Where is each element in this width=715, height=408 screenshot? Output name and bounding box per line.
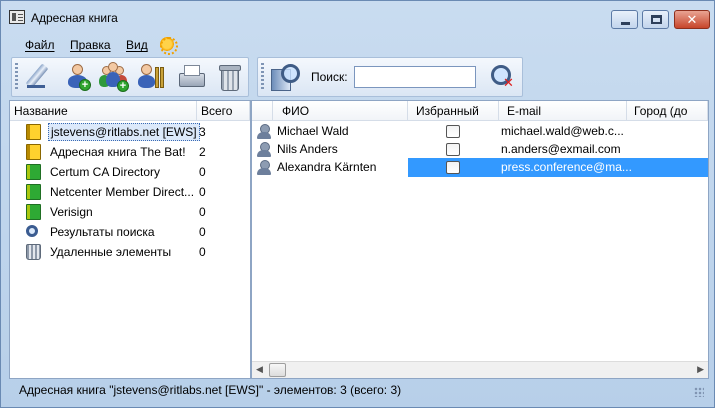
plus-icon: + — [117, 80, 129, 92]
address-book-item[interactable]: Certum CA Directory 0 — [10, 162, 250, 182]
ldap-book-green-icon — [26, 184, 41, 200]
trash-icon — [26, 244, 41, 260]
column-header-fio[interactable]: ФИО — [273, 101, 408, 121]
contacts-pane: ФИО Избранный E-mail Город (до Michael W… — [251, 100, 709, 379]
contact-icon — [257, 142, 271, 157]
favorite-checkbox[interactable] — [446, 143, 460, 156]
address-book-name: Адресная книга The Bat! — [50, 145, 186, 159]
column-header-total[interactable]: Всего — [197, 101, 250, 121]
address-book-name: Netcenter Member Direct... — [50, 185, 195, 199]
horizontal-scrollbar[interactable]: ◀ ▶ — [252, 361, 708, 378]
minimize-button[interactable] — [611, 10, 638, 29]
address-book-item[interactable]: Verisign 0 — [10, 202, 250, 222]
address-book-count: 2 — [199, 145, 206, 159]
wrench-icon — [155, 67, 159, 88]
menu-view[interactable]: Вид — [126, 38, 148, 52]
write-message-button[interactable] — [24, 61, 56, 93]
group-icon — [108, 62, 118, 72]
toolbar-grip[interactable] — [261, 63, 264, 91]
address-book-item[interactable]: Удаленные элементы 0 — [10, 242, 250, 262]
ldap-book-green-icon — [26, 204, 41, 220]
add-group-button[interactable]: + — [98, 61, 130, 93]
plus-icon: + — [79, 79, 91, 91]
main-toolbar: + + — [11, 57, 249, 97]
address-book-item[interactable]: Адресная книга The Bat! 2 — [10, 142, 250, 162]
address-book-window: Адресная книга ✕ Файл Правка Вид + + Пои… — [0, 0, 715, 408]
address-book-name: Результаты поиска — [50, 225, 155, 239]
find-contact-button[interactable] — [268, 61, 300, 93]
address-book-count: 0 — [199, 165, 206, 179]
address-book-count: 0 — [199, 225, 206, 239]
search-input[interactable] — [354, 66, 476, 88]
contact-name: Alexandra Kärnten — [277, 160, 377, 174]
delete-button[interactable] — [213, 61, 245, 93]
contact-row[interactable]: Nils Anders n.anders@exmail.com — [252, 140, 708, 159]
address-book-name: Verisign — [50, 205, 93, 219]
column-header-type[interactable] — [252, 101, 273, 121]
address-book-name: jstevens@ritlabs.net [EWS] — [48, 123, 200, 141]
menu-bar: Файл Правка Вид — [9, 33, 184, 55]
contact-icon — [257, 124, 271, 139]
person-icon — [141, 64, 152, 75]
resize-grip-icon[interactable] — [694, 387, 704, 397]
close-button[interactable]: ✕ — [674, 10, 710, 29]
contact-email: n.anders@exmail.com — [501, 142, 621, 156]
column-header-email[interactable]: E-mail — [499, 101, 627, 121]
person-icon — [72, 64, 83, 75]
menu-edit[interactable]: Правка — [70, 38, 111, 52]
sun-icon[interactable] — [159, 36, 178, 55]
column-header-favorite[interactable]: Избранный — [408, 101, 499, 121]
address-book-count: 3 — [199, 125, 206, 139]
maximize-icon — [651, 15, 662, 24]
ldap-book-green-icon — [26, 164, 41, 180]
close-icon: ✕ — [686, 12, 698, 27]
contact-email: press.conference@ma... — [501, 160, 632, 174]
address-book-name: Удаленные элементы — [50, 245, 172, 259]
contact-name: Nils Anders — [277, 142, 338, 156]
search-label: Поиск: — [311, 70, 348, 84]
address-book-count: 0 — [199, 245, 206, 259]
address-book-app-icon — [9, 10, 25, 24]
address-book-item[interactable]: Netcenter Member Direct... 0 — [10, 182, 250, 202]
menu-file[interactable]: Файл — [25, 38, 55, 52]
address-books-pane: Название Всего jstevens@ritlabs.net [EWS… — [9, 100, 251, 379]
search-results-icon — [26, 225, 38, 237]
book-yellow-icon — [26, 124, 41, 140]
column-header-city[interactable]: Город (до — [627, 101, 708, 121]
window-title: Адресная книга — [31, 11, 118, 25]
search-toolbar: Поиск: — [257, 57, 523, 97]
contact-row[interactable]: Alexandra Kärnten press.conference@ma... — [252, 158, 708, 177]
address-book-name: Certum CA Directory — [50, 165, 161, 179]
title-bar: Адресная книга ✕ — [1, 1, 714, 33]
address-book-item[interactable]: Результаты поиска 0 — [10, 222, 250, 242]
scroll-left-icon[interactable]: ◀ — [256, 364, 263, 375]
clear-search-button[interactable] — [487, 61, 519, 93]
print-button[interactable] — [175, 61, 207, 93]
address-book-count: 0 — [199, 205, 206, 219]
contact-properties-button[interactable] — [136, 61, 168, 93]
address-book-count: 0 — [199, 185, 206, 199]
scroll-right-icon[interactable]: ▶ — [697, 364, 704, 375]
contact-row[interactable]: Michael Wald michael.wald@web.c... — [252, 122, 708, 141]
contact-email: michael.wald@web.c... — [501, 124, 624, 138]
add-contact-button[interactable]: + — [62, 61, 94, 93]
minimize-icon — [621, 22, 630, 25]
toolbar-grip[interactable] — [15, 63, 18, 91]
column-header-name[interactable]: Название — [10, 101, 197, 121]
book-yellow-icon — [26, 144, 41, 160]
contact-icon — [257, 160, 271, 175]
address-book-item[interactable]: jstevens@ritlabs.net [EWS] 3 — [10, 122, 250, 142]
status-bar: Адресная книга "jstevens@ritlabs.net [EW… — [19, 383, 402, 397]
favorite-checkbox[interactable] — [446, 125, 460, 138]
maximize-button[interactable] — [642, 10, 669, 29]
scroll-thumb[interactable] — [269, 363, 286, 377]
contact-name: Michael Wald — [277, 124, 349, 138]
favorite-checkbox[interactable] — [446, 161, 460, 174]
